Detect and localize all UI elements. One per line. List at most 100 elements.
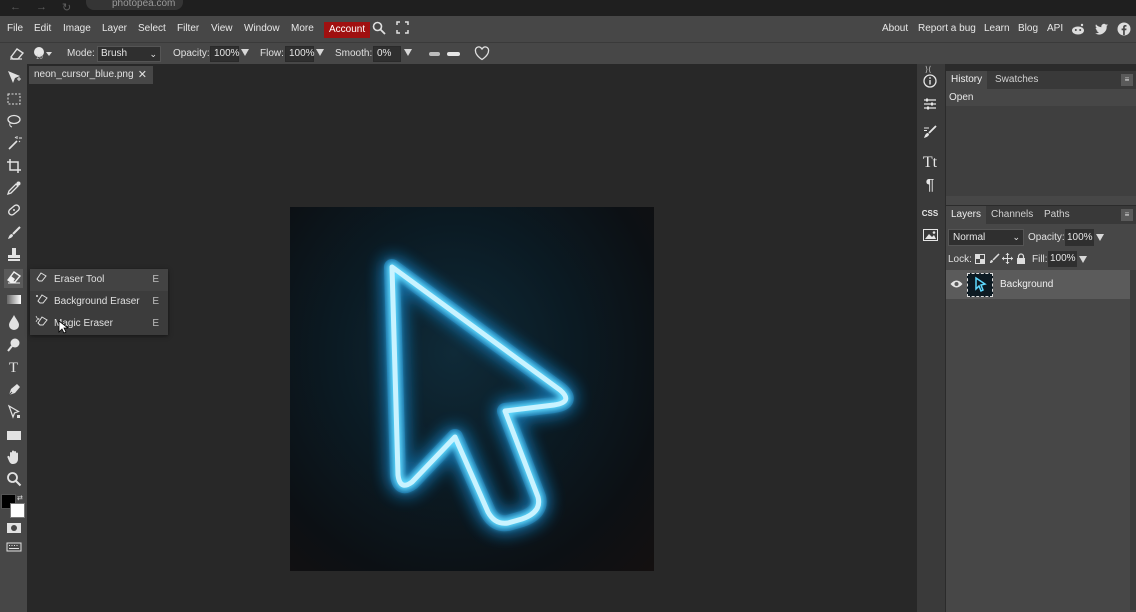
tab-paths[interactable]: Paths (1039, 206, 1075, 224)
paragraph-panel-icon[interactable]: ¶ (919, 175, 941, 197)
character-panel-icon[interactable]: Tt (919, 152, 941, 174)
swap-colors-icon[interactable]: ⇄ (17, 494, 23, 502)
tab-channels[interactable]: Channels (986, 206, 1038, 224)
address-bar[interactable]: photopea.com (86, 0, 184, 10)
smooth-slider-dropdown-icon[interactable] (404, 49, 412, 56)
brush-tool-icon[interactable] (4, 225, 23, 244)
move-tool-icon[interactable] (4, 69, 23, 88)
facebook-icon[interactable] (1117, 22, 1131, 39)
flyout-label: Eraser Tool (54, 274, 105, 285)
background-color-swatch[interactable] (10, 503, 25, 518)
history-panel-menu-icon[interactable]: ≡ (1121, 74, 1133, 86)
marquee-tool-icon[interactable] (4, 91, 23, 110)
fullscreen-icon[interactable] (396, 21, 409, 37)
lasso-tool-icon[interactable] (4, 113, 23, 132)
close-tab-icon[interactable]: ✕ (138, 66, 147, 84)
opacity-slider-dropdown-icon[interactable] (241, 49, 249, 56)
quick-mask-icon[interactable] (4, 521, 23, 540)
magic-wand-tool-icon[interactable] (4, 135, 23, 154)
reload-icon[interactable]: ↻ (62, 1, 71, 14)
flyout-magic-eraser[interactable]: Magic Eraser E (30, 313, 168, 335)
layer-row-background[interactable]: Background (946, 270, 1130, 299)
tab-layers[interactable]: Layers (946, 206, 987, 224)
lock-position-icon[interactable] (1002, 253, 1013, 267)
pen-tool-icon[interactable] (4, 382, 23, 401)
about-link[interactable]: About (882, 23, 908, 34)
eraser-tool-preset-icon[interactable] (8, 46, 28, 64)
document-tab-name: neon_cursor_blue.png (34, 69, 134, 80)
flow-slider-dropdown-icon[interactable] (316, 49, 324, 56)
lock-all-icon[interactable] (1016, 253, 1026, 267)
adjustments-icon[interactable] (919, 96, 941, 118)
zoom-tool-icon[interactable] (4, 471, 23, 490)
flyout-background-eraser[interactable]: Background Eraser E (30, 291, 168, 313)
opacity-input[interactable]: 100% (210, 46, 240, 62)
gradient-tool-icon[interactable] (4, 291, 23, 310)
crop-tool-icon[interactable] (4, 158, 23, 177)
blog-link[interactable]: Blog (1018, 23, 1038, 34)
mode-label: Mode: (67, 48, 95, 59)
info-icon[interactable] (919, 73, 941, 95)
reddit-icon[interactable] (1071, 23, 1085, 38)
smooth-input[interactable]: 0% (373, 46, 401, 62)
blend-mode-select[interactable]: Normal ⌄ (948, 229, 1024, 246)
fill-dropdown-icon[interactable] (1079, 256, 1087, 263)
flyout-shortcut: E (152, 318, 159, 329)
flyout-eraser-tool[interactable]: Eraser Tool E (30, 269, 168, 291)
menu-filter[interactable]: Filter (177, 23, 199, 34)
clone-stamp-tool-icon[interactable] (4, 247, 23, 266)
eyedropper-tool-icon[interactable] (4, 180, 23, 199)
history-item-open[interactable]: Open (946, 89, 1136, 106)
menu-view[interactable]: View (211, 23, 233, 34)
smooth-label: Smooth: (335, 48, 373, 59)
hand-tool-icon[interactable] (4, 449, 23, 468)
layer-opacity-input[interactable]: 100% (1065, 229, 1094, 246)
layer-opacity-dropdown-icon[interactable] (1096, 234, 1104, 241)
account-button[interactable]: Account (324, 22, 371, 38)
eye-visibility-icon[interactable] (950, 279, 963, 292)
fill-input[interactable]: 100% (1048, 251, 1077, 267)
airbrush-icon[interactable] (428, 49, 462, 62)
menu-more[interactable]: More (291, 23, 314, 34)
mode-select[interactable]: Brush ⌄ (97, 46, 161, 62)
menu-file[interactable]: File (7, 23, 23, 34)
lock-label: Lock: (948, 254, 972, 265)
browser-toolbar: ← → ↻ photopea.com (0, 0, 1136, 16)
layers-panel: Layers Channels Paths ≡ Normal ⌄ Opacity… (946, 206, 1136, 612)
menu-edit[interactable]: Edit (34, 23, 51, 34)
rectangle-tool-icon[interactable] (4, 427, 23, 446)
image-panel-icon[interactable] (919, 226, 941, 248)
css-panel-icon[interactable]: CSS (919, 203, 941, 225)
path-selection-tool-icon[interactable] (4, 404, 23, 423)
menu-select[interactable]: Select (138, 23, 166, 34)
report-bug-link[interactable]: Report a bug (918, 23, 976, 34)
tab-swatches[interactable]: Swatches (990, 71, 1043, 89)
menu-window[interactable]: Window (244, 23, 280, 34)
document-tab[interactable]: neon_cursor_blue.png ✕ (29, 66, 153, 84)
tab-history[interactable]: History (946, 71, 988, 89)
document-canvas[interactable] (290, 207, 654, 571)
search-icon[interactable] (372, 21, 386, 38)
layers-panel-menu-icon[interactable]: ≡ (1121, 209, 1133, 221)
menu-image[interactable]: Image (63, 23, 91, 34)
healing-brush-tool-icon[interactable] (4, 202, 23, 221)
eraser-tool-icon[interactable] (4, 269, 23, 288)
flow-input[interactable]: 100% (285, 46, 315, 62)
layers-scrollbar[interactable] (1130, 270, 1136, 610)
keyboard-icon[interactable] (4, 539, 23, 558)
blur-tool-icon[interactable] (4, 314, 23, 333)
back-icon[interactable]: ← (10, 1, 21, 13)
lock-transparent-icon[interactable] (975, 254, 985, 267)
twitter-icon[interactable] (1095, 23, 1109, 38)
type-tool-icon[interactable]: T (4, 359, 23, 378)
lock-image-icon[interactable] (989, 253, 1000, 267)
learn-link[interactable]: Learn (984, 23, 1010, 34)
brush-settings-icon[interactable] (919, 124, 941, 146)
layer-thumbnail (967, 273, 993, 297)
neon-cursor-image (384, 259, 574, 532)
dodge-tool-icon[interactable] (4, 337, 23, 356)
pressure-heart-icon[interactable] (474, 46, 490, 64)
menu-layer[interactable]: Layer (102, 23, 127, 34)
api-link[interactable]: API (1047, 23, 1063, 34)
forward-icon[interactable]: → (36, 1, 47, 13)
